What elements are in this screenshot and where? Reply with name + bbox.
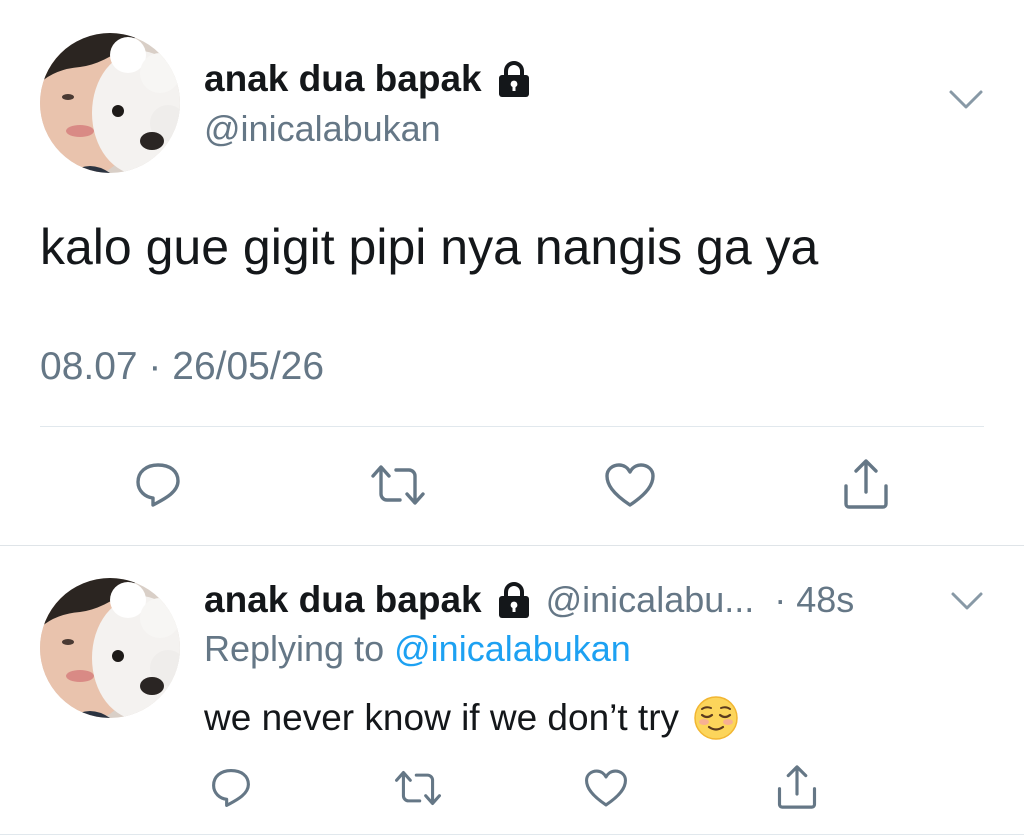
tweet-detail-page: anak dua bapak @inicalabukan kalo gue gi… <box>0 0 1024 837</box>
main-tweet: anak dua bapak @inicalabukan kalo gue gi… <box>0 0 1024 545</box>
replying-to-label: Replying to <box>204 628 385 669</box>
reply-author-handle[interactable]: @inicalabu... <box>546 579 755 621</box>
chevron-down-icon[interactable] <box>950 590 984 612</box>
avatar-image <box>40 33 180 173</box>
reply-icon[interactable] <box>210 768 252 808</box>
heart-icon[interactable] <box>604 462 656 508</box>
avatar-image <box>40 578 180 718</box>
reply-text: we never know if we don’t try <box>204 695 739 741</box>
reply-header: anak dua bapak @inicalabu... · 48s <box>204 578 854 622</box>
section-divider <box>0 545 1024 546</box>
author-name-text[interactable]: anak dua bapak <box>204 58 482 100</box>
reply-avatar[interactable] <box>40 578 180 718</box>
relieved-face-emoji-icon <box>693 695 739 741</box>
bottom-divider <box>0 834 1024 835</box>
replying-to-mention[interactable]: @inicalabukan <box>394 628 631 669</box>
reply-time[interactable]: · 48s <box>774 579 854 621</box>
reply-text-content: we never know if we don’t try <box>204 697 680 738</box>
share-icon[interactable] <box>842 458 890 510</box>
retweet-icon[interactable] <box>394 770 442 806</box>
reply-icon[interactable] <box>134 462 182 508</box>
author-name[interactable]: anak dua bapak <box>204 58 532 100</box>
lock-icon <box>496 60 532 98</box>
reply-author-name[interactable]: anak dua bapak <box>204 579 482 621</box>
share-icon[interactable] <box>776 764 818 810</box>
tweet-timestamp[interactable]: 08.07 · 26/05/26 <box>40 345 324 389</box>
retweet-icon[interactable] <box>370 464 426 506</box>
divider <box>40 426 984 427</box>
chevron-down-icon[interactable] <box>948 88 984 112</box>
author-handle[interactable]: @inicalabukan <box>204 108 441 150</box>
avatar[interactable] <box>40 33 180 173</box>
lock-icon <box>496 581 532 619</box>
heart-icon[interactable] <box>584 768 628 808</box>
replying-to-line: Replying to @inicalabukan <box>204 628 631 670</box>
tweet-text: kalo gue gigit pipi nya nangis ga ya <box>40 219 819 275</box>
